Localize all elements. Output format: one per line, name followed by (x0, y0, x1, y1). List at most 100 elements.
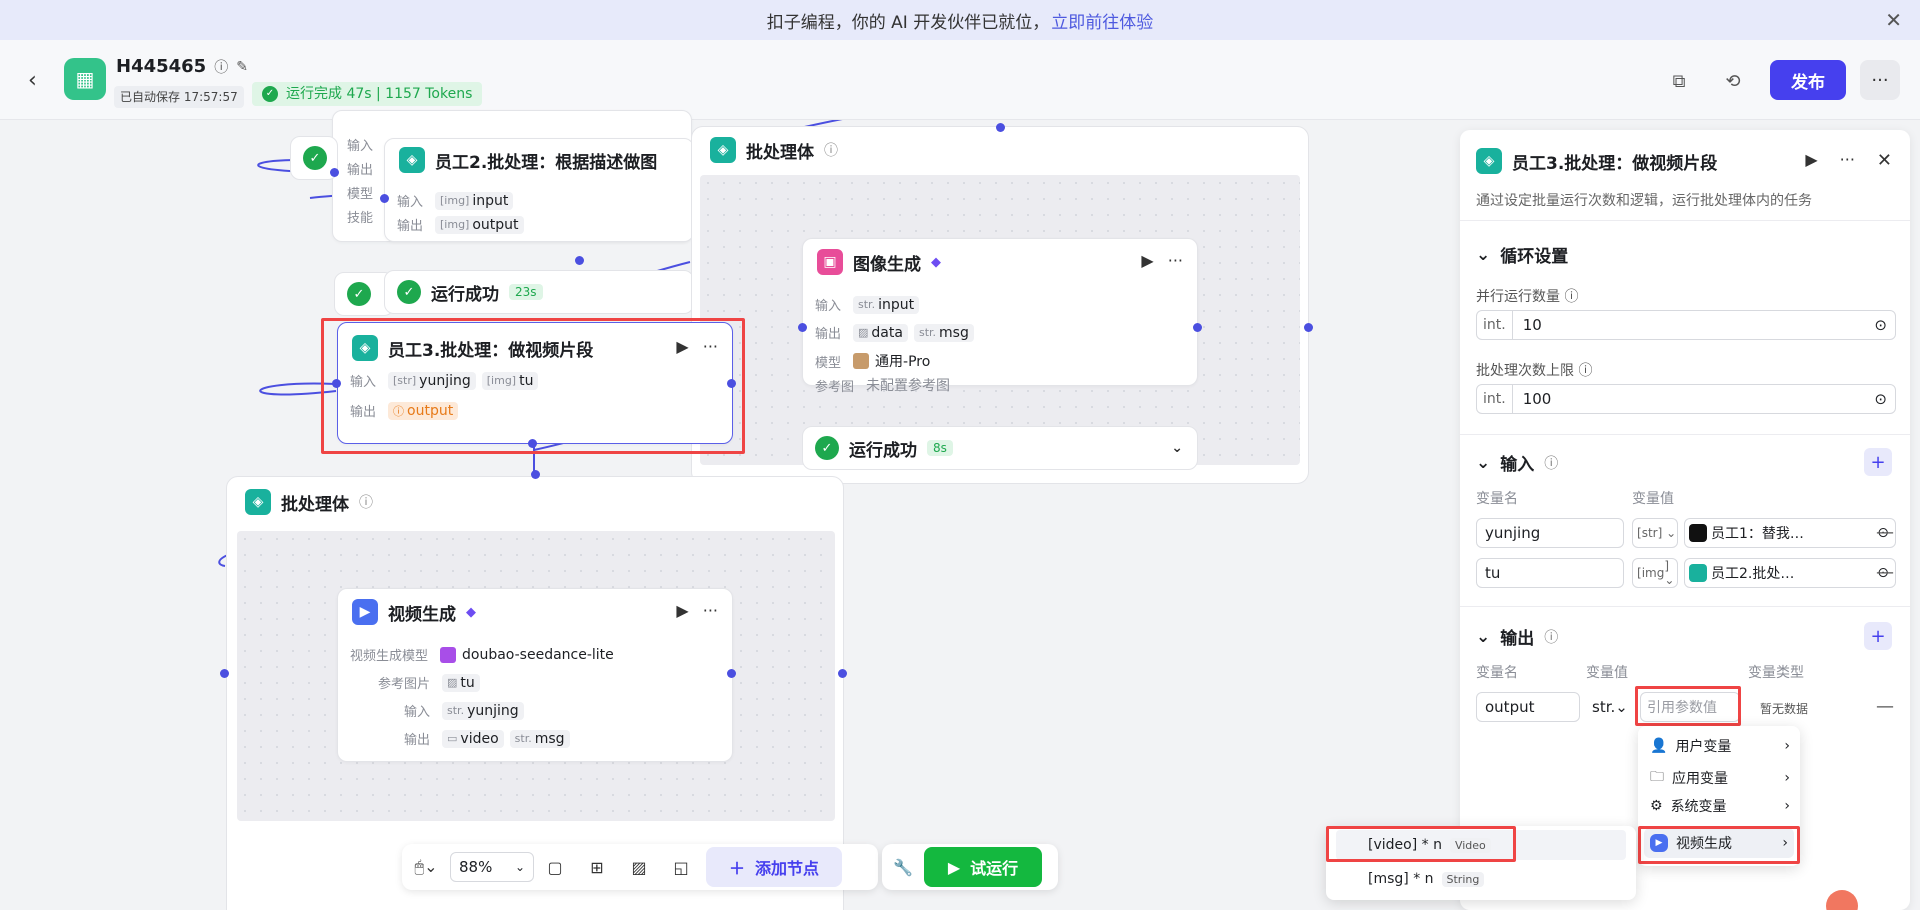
remove-output-button[interactable]: — (1876, 696, 1894, 717)
parallel-field[interactable]: int. 10 ⊙ (1476, 310, 1896, 340)
port-dot[interactable] (996, 123, 1005, 132)
input-name-field[interactable]: tu (1476, 558, 1624, 588)
loop-section-title: 循环设置 (1500, 247, 1569, 267)
zoom-select[interactable]: 88% ⌄ (450, 852, 534, 882)
edit-icon[interactable]: ✎ (236, 59, 248, 75)
premium-icon: ◆ (931, 254, 941, 270)
port-dot[interactable] (330, 168, 339, 177)
layout-icon[interactable]: ⊞ (576, 858, 618, 877)
port-dot[interactable] (380, 194, 389, 203)
play-icon: ▶ (947, 857, 961, 877)
play-icon[interactable]: ▶ (676, 601, 688, 620)
minimap-icon[interactable]: ◱ (660, 858, 702, 877)
output-tag-video: ▭ video (442, 729, 504, 748)
wrench-icon[interactable]: 🔧 (882, 858, 924, 877)
chevron-down-icon: ⌄ (514, 860, 525, 874)
image-gen-node[interactable]: ▣ 图像生成 ◆ ▶ ··· 输入 str. input 输出 ▨ data str… (802, 238, 1198, 395)
more-icon[interactable]: ··· (703, 601, 718, 620)
port-dot[interactable] (1304, 323, 1313, 332)
port-dot[interactable] (727, 669, 736, 678)
output-type-select[interactable]: str. ⌄ (1586, 692, 1636, 722)
back-icon[interactable]: ‹ (28, 68, 37, 93)
input-type-select[interactable]: [img] ⌄ (1632, 558, 1678, 588)
output-tag-msg: str. msg (913, 323, 974, 342)
close-icon[interactable]: ✕ (1877, 150, 1892, 171)
app-header: ‹ ▦ H445465 ⓘ ✎ 已自动保存 17:57:57 ✓ 运行完成 47… (0, 40, 1920, 120)
add-input-button[interactable]: + (1864, 448, 1892, 476)
panel-description: 通过设定批量运行次数和逻辑，运行批处理体内的任务 (1476, 193, 1812, 209)
max-field[interactable]: int. 100 ⊙ (1476, 384, 1896, 414)
image-icon[interactable]: ▨ (618, 858, 660, 877)
port-dot[interactable] (727, 379, 736, 388)
port-dot[interactable] (798, 323, 807, 332)
out-type-header: 变量类型 (1748, 665, 1804, 681)
input-section-header[interactable]: ⌄ 输入 ⓘ (1476, 450, 1558, 476)
input-ref-field[interactable]: 员工1：替我… ⊙ (1684, 518, 1896, 548)
port-dot[interactable] (332, 379, 341, 388)
output-label: 输出 (347, 163, 374, 178)
more-icon[interactable]: ··· (1840, 150, 1855, 171)
port-dot[interactable] (838, 669, 847, 678)
comment-icon[interactable]: ▢ (534, 858, 576, 877)
submenu-item-msg[interactable]: [msg] * n String (1336, 864, 1626, 894)
remove-input-button[interactable]: — (1876, 522, 1894, 543)
more-icon[interactable]: ··· (1168, 251, 1183, 270)
remove-input-button[interactable]: — (1876, 562, 1894, 583)
port-dot[interactable] (220, 669, 229, 678)
node-title: 视频生成 (388, 604, 456, 625)
info-icon[interactable]: ⓘ (214, 57, 228, 77)
port-dot[interactable] (531, 470, 540, 479)
play-icon[interactable]: ▶ (1141, 251, 1153, 270)
play-icon[interactable]: ▶ (1805, 150, 1817, 171)
port-dot[interactable] (575, 256, 584, 265)
info-icon[interactable]: ⓘ (359, 492, 373, 512)
info-icon[interactable]: ⓘ (824, 140, 838, 160)
loop-section-header[interactable]: ⌄ 循环设置 (1476, 242, 1569, 268)
max-value: 100 (1522, 390, 1552, 408)
publish-button[interactable]: 发布 (1770, 60, 1846, 100)
port-dot[interactable] (1193, 323, 1202, 332)
menu-item-system-vars[interactable]: ⚙ 系统变量 › (1650, 796, 1790, 816)
add-node-button[interactable]: ＋ 添加节点 (706, 847, 842, 887)
ref-icon[interactable]: ⊙ (1874, 316, 1895, 334)
employee2-node[interactable]: ◈ 员工2.批处理：根据描述做图 输入 [img] input 输出 [img] o… (384, 138, 694, 242)
out-name-header: 变量名 (1476, 665, 1518, 681)
history-icon[interactable]: ⟲ (1714, 62, 1752, 100)
run-status-badge[interactable]: ✓ 运行完成 47s | 1157 Tokens (252, 82, 483, 106)
close-icon[interactable]: ✕ (1885, 8, 1902, 32)
run-status-text: 运行完成 47s | 1157 Tokens (286, 86, 473, 102)
input-ref-field[interactable]: 员工2.批处… ⊙ (1684, 558, 1896, 588)
output-tag: [img] output (435, 215, 524, 234)
chevron-down-icon[interactable]: ⌄ (1171, 440, 1183, 456)
output-tag-msg: str. msg (509, 729, 570, 748)
input-name-field[interactable]: yunjing (1476, 518, 1624, 548)
run-toolbar: 🔧 ▶ 试运行 (882, 844, 1058, 890)
employee2-status[interactable]: ✓ 运行成功 23s (384, 270, 694, 314)
video-gen-node[interactable]: ▶ 视频生成 ◆ ▶ ··· 视频生成模型 doubao-seedance-li… (337, 588, 733, 762)
parallel-label: 并行运行数量 ⓘ (1476, 289, 1579, 305)
parallel-value: 10 (1522, 316, 1542, 334)
input-tag: [img] input (435, 191, 514, 210)
image-gen-status[interactable]: ✓ 运行成功 8s ⌄ (802, 426, 1198, 470)
output-label: 输出 (404, 733, 431, 748)
banner-link[interactable]: 立即前往体验 (1051, 8, 1153, 33)
mouse-mode-icon[interactable]: 🖱⌄ (402, 857, 450, 877)
info-icon[interactable]: ⓘ (1544, 453, 1558, 473)
skill-label: 技能 (347, 211, 374, 226)
status-text: 运行成功 (849, 440, 917, 461)
test-run-button[interactable]: ▶ 试运行 (924, 847, 1042, 887)
highlight-box-menu (1638, 826, 1800, 864)
ref-icon[interactable]: ⊙ (1874, 390, 1895, 408)
chevron-right-icon: › (1784, 798, 1790, 814)
menu-item-user-vars[interactable]: 👤 用户变量 › (1650, 736, 1790, 756)
port-dot[interactable] (528, 439, 537, 448)
output-name-field[interactable]: output (1476, 692, 1580, 722)
more-icon[interactable]: ··· (1860, 60, 1900, 100)
node-title: 员工2.批处理：根据描述做图 (435, 152, 658, 173)
output-section-header[interactable]: ⌄ 输出 ⓘ (1476, 624, 1558, 650)
menu-item-app-vars[interactable]: 🗀 应用变量 › (1650, 766, 1790, 790)
info-icon[interactable]: ⓘ (1544, 627, 1558, 647)
copy-icon[interactable]: ⧉ (1660, 62, 1698, 100)
input-type-select[interactable]: [str] ⌄ (1632, 518, 1678, 548)
add-output-button[interactable]: + (1864, 622, 1892, 650)
